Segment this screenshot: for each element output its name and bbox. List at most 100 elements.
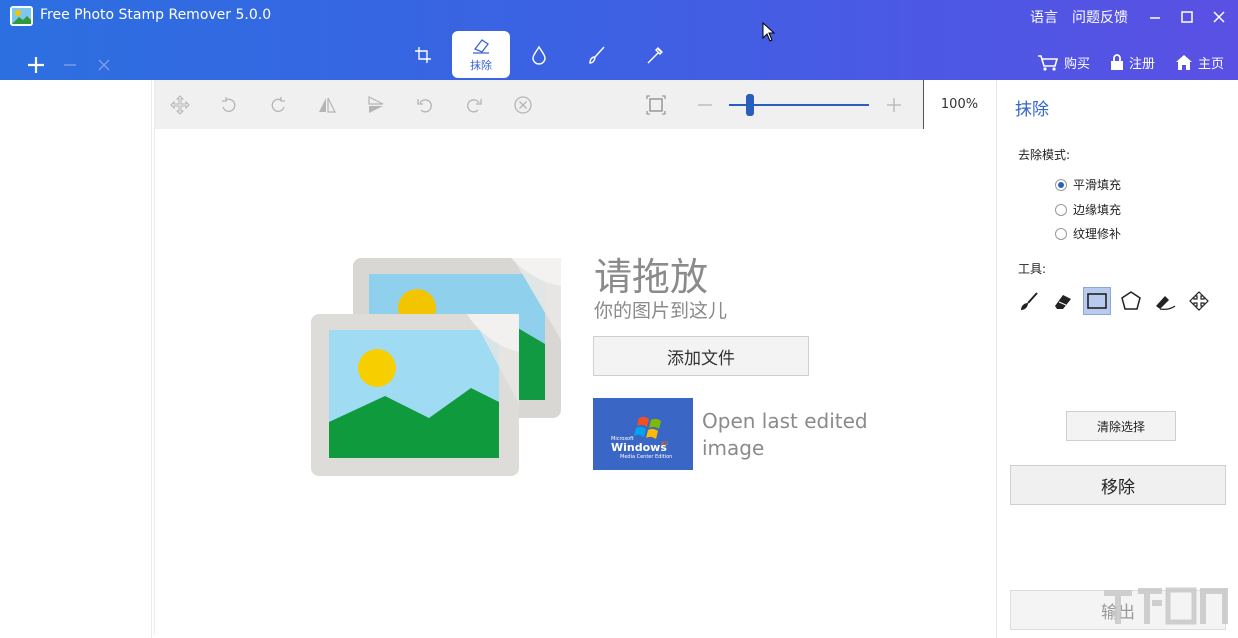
eraser-tool-button[interactable] xyxy=(1049,287,1077,315)
buy-button[interactable]: 购买 xyxy=(1037,53,1090,72)
drop-subtitle: 你的图片到这儿 xyxy=(594,296,727,323)
home-icon xyxy=(1175,54,1193,71)
tab-erase[interactable]: 抹除 xyxy=(452,31,510,78)
eraser-icon xyxy=(471,37,491,55)
mouse-cursor-icon xyxy=(762,22,776,42)
mode-texture-repair[interactable]: 纹理修补 xyxy=(1055,225,1121,242)
brush-icon xyxy=(1018,290,1040,312)
radio-icon xyxy=(1055,228,1067,240)
file-list-pane[interactable] xyxy=(0,80,152,638)
add-file-button[interactable] xyxy=(24,53,48,77)
zoom-slider[interactable] xyxy=(729,80,869,129)
maximize-icon xyxy=(1180,10,1194,24)
mode-edge-fill-label: 边缘填充 xyxy=(1073,201,1121,218)
tab-drop[interactable] xyxy=(510,31,568,78)
maximize-button[interactable] xyxy=(1174,0,1200,34)
rotate-left-icon xyxy=(219,95,239,115)
tab-magic[interactable] xyxy=(626,31,684,78)
zoom-out-icon xyxy=(697,97,713,113)
header-actions: 购买 注册 主页 xyxy=(1037,53,1224,72)
drop-title: 请拖放 xyxy=(594,246,708,301)
thumb-xp: xp xyxy=(661,440,668,447)
open-last-edited-link[interactable]: Open last edited image xyxy=(702,408,892,462)
add-file-button-main[interactable]: 添加文件 xyxy=(593,336,809,376)
mode-edge-fill[interactable]: 边缘填充 xyxy=(1055,201,1121,218)
register-button[interactable]: 注册 xyxy=(1110,53,1155,72)
flip-horizontal-button[interactable] xyxy=(302,80,351,129)
feedback-link[interactable]: 问题反馈 xyxy=(1072,7,1128,27)
eraser-icon xyxy=(1052,290,1074,312)
thumb-sub: Media Center Edition xyxy=(620,454,672,460)
zoom-control xyxy=(680,80,918,129)
magic-select-tool-button[interactable] xyxy=(1185,287,1213,315)
remove-file-button[interactable] xyxy=(58,53,82,77)
workspace: 100% 请拖放 你的图片到这儿 添加文件 xyxy=(154,80,994,635)
radio-icon xyxy=(1055,204,1067,216)
x-icon xyxy=(96,57,112,73)
magic-wand-icon xyxy=(645,45,665,65)
app-window: Free Photo Stamp Remover 5.0.0 语言 问题反馈 xyxy=(0,0,1238,638)
polygon-icon xyxy=(1120,290,1142,312)
drop-icon xyxy=(530,45,548,65)
mode-tabs: 抹除 xyxy=(394,31,684,80)
crop-icon xyxy=(414,46,432,64)
last-edited-thumbnail[interactable]: Microsoft Windows xp Media Center Editio… xyxy=(593,398,693,470)
title-bar: Free Photo Stamp Remover 5.0.0 语言 问题反馈 xyxy=(0,0,1238,80)
tab-erase-label: 抹除 xyxy=(470,57,492,73)
undo-icon xyxy=(415,95,435,115)
mode-smooth-fill[interactable]: 平滑填充 xyxy=(1055,176,1121,193)
cart-icon xyxy=(1037,55,1059,71)
thumb-brand: Windows xyxy=(611,441,667,454)
rectangle-select-icon xyxy=(1086,292,1108,310)
polygon-tool-button[interactable] xyxy=(1117,287,1145,315)
minus-icon xyxy=(62,57,78,73)
fit-screen-button[interactable] xyxy=(631,80,680,129)
minimize-button[interactable] xyxy=(1142,0,1168,34)
remove-button[interactable]: 移除 xyxy=(1010,465,1226,505)
zoom-value: 100% xyxy=(923,80,995,129)
redo-button[interactable] xyxy=(449,80,498,129)
radio-icon xyxy=(1055,179,1067,191)
erase-panel: 抹除 去除模式: 平滑填充 边缘填充 纹理修补 工具: xyxy=(996,80,1238,638)
zoom-in-icon xyxy=(886,97,902,113)
brush-tool-button[interactable] xyxy=(1015,287,1043,315)
rectangle-tool-button[interactable] xyxy=(1083,287,1111,315)
panel-title: 抹除 xyxy=(1015,95,1049,120)
brush-icon xyxy=(587,45,607,65)
register-label: 注册 xyxy=(1129,53,1155,72)
home-button[interactable]: 主页 xyxy=(1175,53,1224,72)
lock-icon xyxy=(1110,54,1124,71)
plus-icon xyxy=(26,55,46,75)
minimize-icon xyxy=(1148,10,1162,24)
tab-crop[interactable] xyxy=(394,31,452,78)
language-link[interactable]: 语言 xyxy=(1030,7,1058,27)
mode-texture-repair-label: 纹理修补 xyxy=(1073,225,1121,242)
close-window-button[interactable] xyxy=(1206,0,1232,34)
redo-icon xyxy=(464,95,484,115)
flip-horizontal-icon xyxy=(317,95,337,115)
app-title: Free Photo Stamp Remover 5.0.0 xyxy=(40,7,271,23)
zoom-out-button[interactable] xyxy=(680,80,729,129)
move-icon xyxy=(170,95,190,115)
cancel-button[interactable] xyxy=(498,80,547,129)
move-tool-button[interactable] xyxy=(155,80,204,129)
clear-selection-button[interactable]: 清除选择 xyxy=(1066,411,1176,441)
rotate-right-icon xyxy=(268,95,288,115)
app-logo-icon xyxy=(9,5,34,27)
clear-files-button[interactable] xyxy=(92,53,116,77)
move-arrows-icon xyxy=(1188,290,1210,312)
zoom-in-button[interactable] xyxy=(869,80,918,129)
cancel-circle-icon xyxy=(513,95,533,115)
photos-illustration xyxy=(311,256,563,476)
rotate-left-button[interactable] xyxy=(204,80,253,129)
buy-label: 购买 xyxy=(1064,53,1090,72)
flip-vertical-button[interactable] xyxy=(351,80,400,129)
lasso-tool-button[interactable] xyxy=(1151,287,1179,315)
tab-brush[interactable] xyxy=(568,31,626,78)
zoom-slider-thumb[interactable] xyxy=(746,94,754,116)
rotate-right-button[interactable] xyxy=(253,80,302,129)
top-links: 语言 问题反馈 xyxy=(1030,0,1238,34)
undo-button[interactable] xyxy=(400,80,449,129)
selection-tools xyxy=(1015,287,1213,315)
file-buttons xyxy=(24,53,116,77)
